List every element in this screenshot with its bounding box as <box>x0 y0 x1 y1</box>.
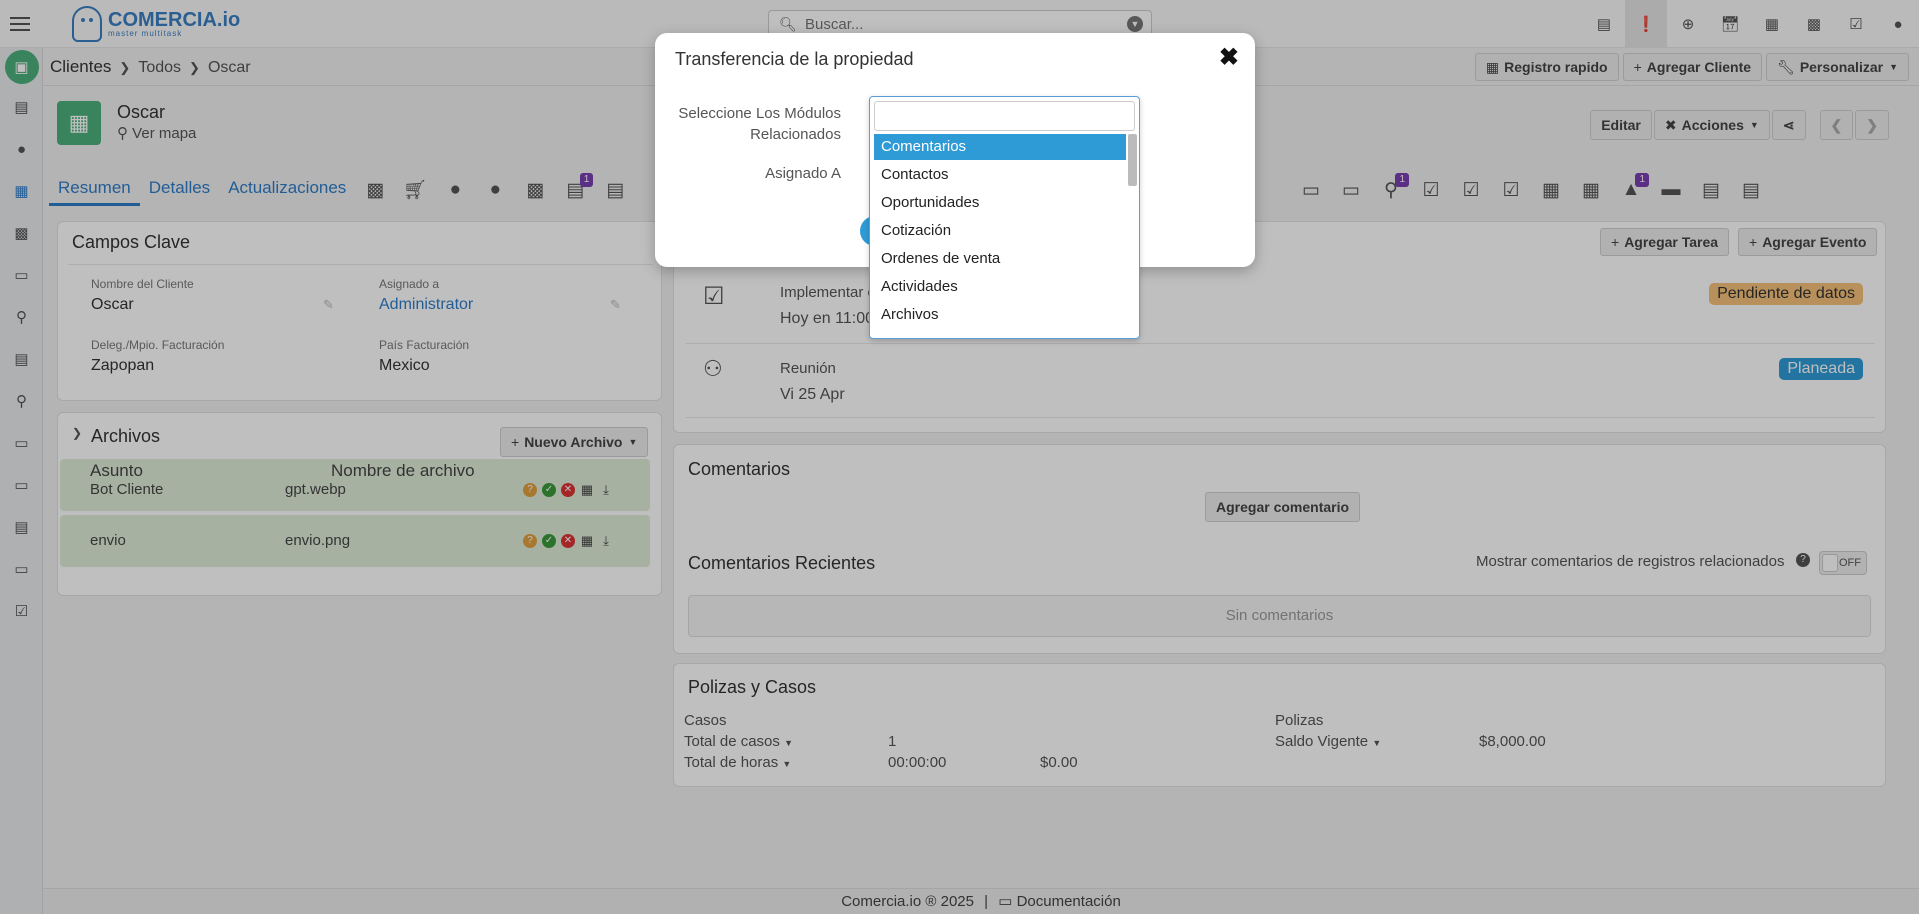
option-ordenes-de-venta[interactable]: Ordenes de venta <box>874 246 1126 272</box>
related-modules-label-line1: Seleccione Los Módulos <box>678 105 841 122</box>
option-cotizacion[interactable]: Cotización <box>874 218 1126 244</box>
close-icon[interactable]: ✖ <box>1219 43 1239 72</box>
option-actividades[interactable]: Actividades <box>874 274 1126 300</box>
modal-title: Transferencia de la propiedad <box>675 49 914 69</box>
dropdown-scrollbar[interactable] <box>1128 134 1137 186</box>
option-archivos[interactable]: Archivos <box>874 302 1126 328</box>
related-modules-label: Seleccione Los Módulos Relacionados <box>678 103 841 145</box>
option-comentarios[interactable]: Comentarios <box>874 134 1126 160</box>
related-modules-select[interactable]: Comentarios Contactos Oportunidades Coti… <box>869 96 1140 339</box>
assigned-to-label: Asignado A <box>765 165 841 182</box>
option-oportunidades[interactable]: Oportunidades <box>874 190 1126 216</box>
option-contactos[interactable]: Contactos <box>874 162 1126 188</box>
related-modules-label-line2: Relacionados <box>750 126 841 143</box>
select-search-input[interactable] <box>874 101 1135 131</box>
